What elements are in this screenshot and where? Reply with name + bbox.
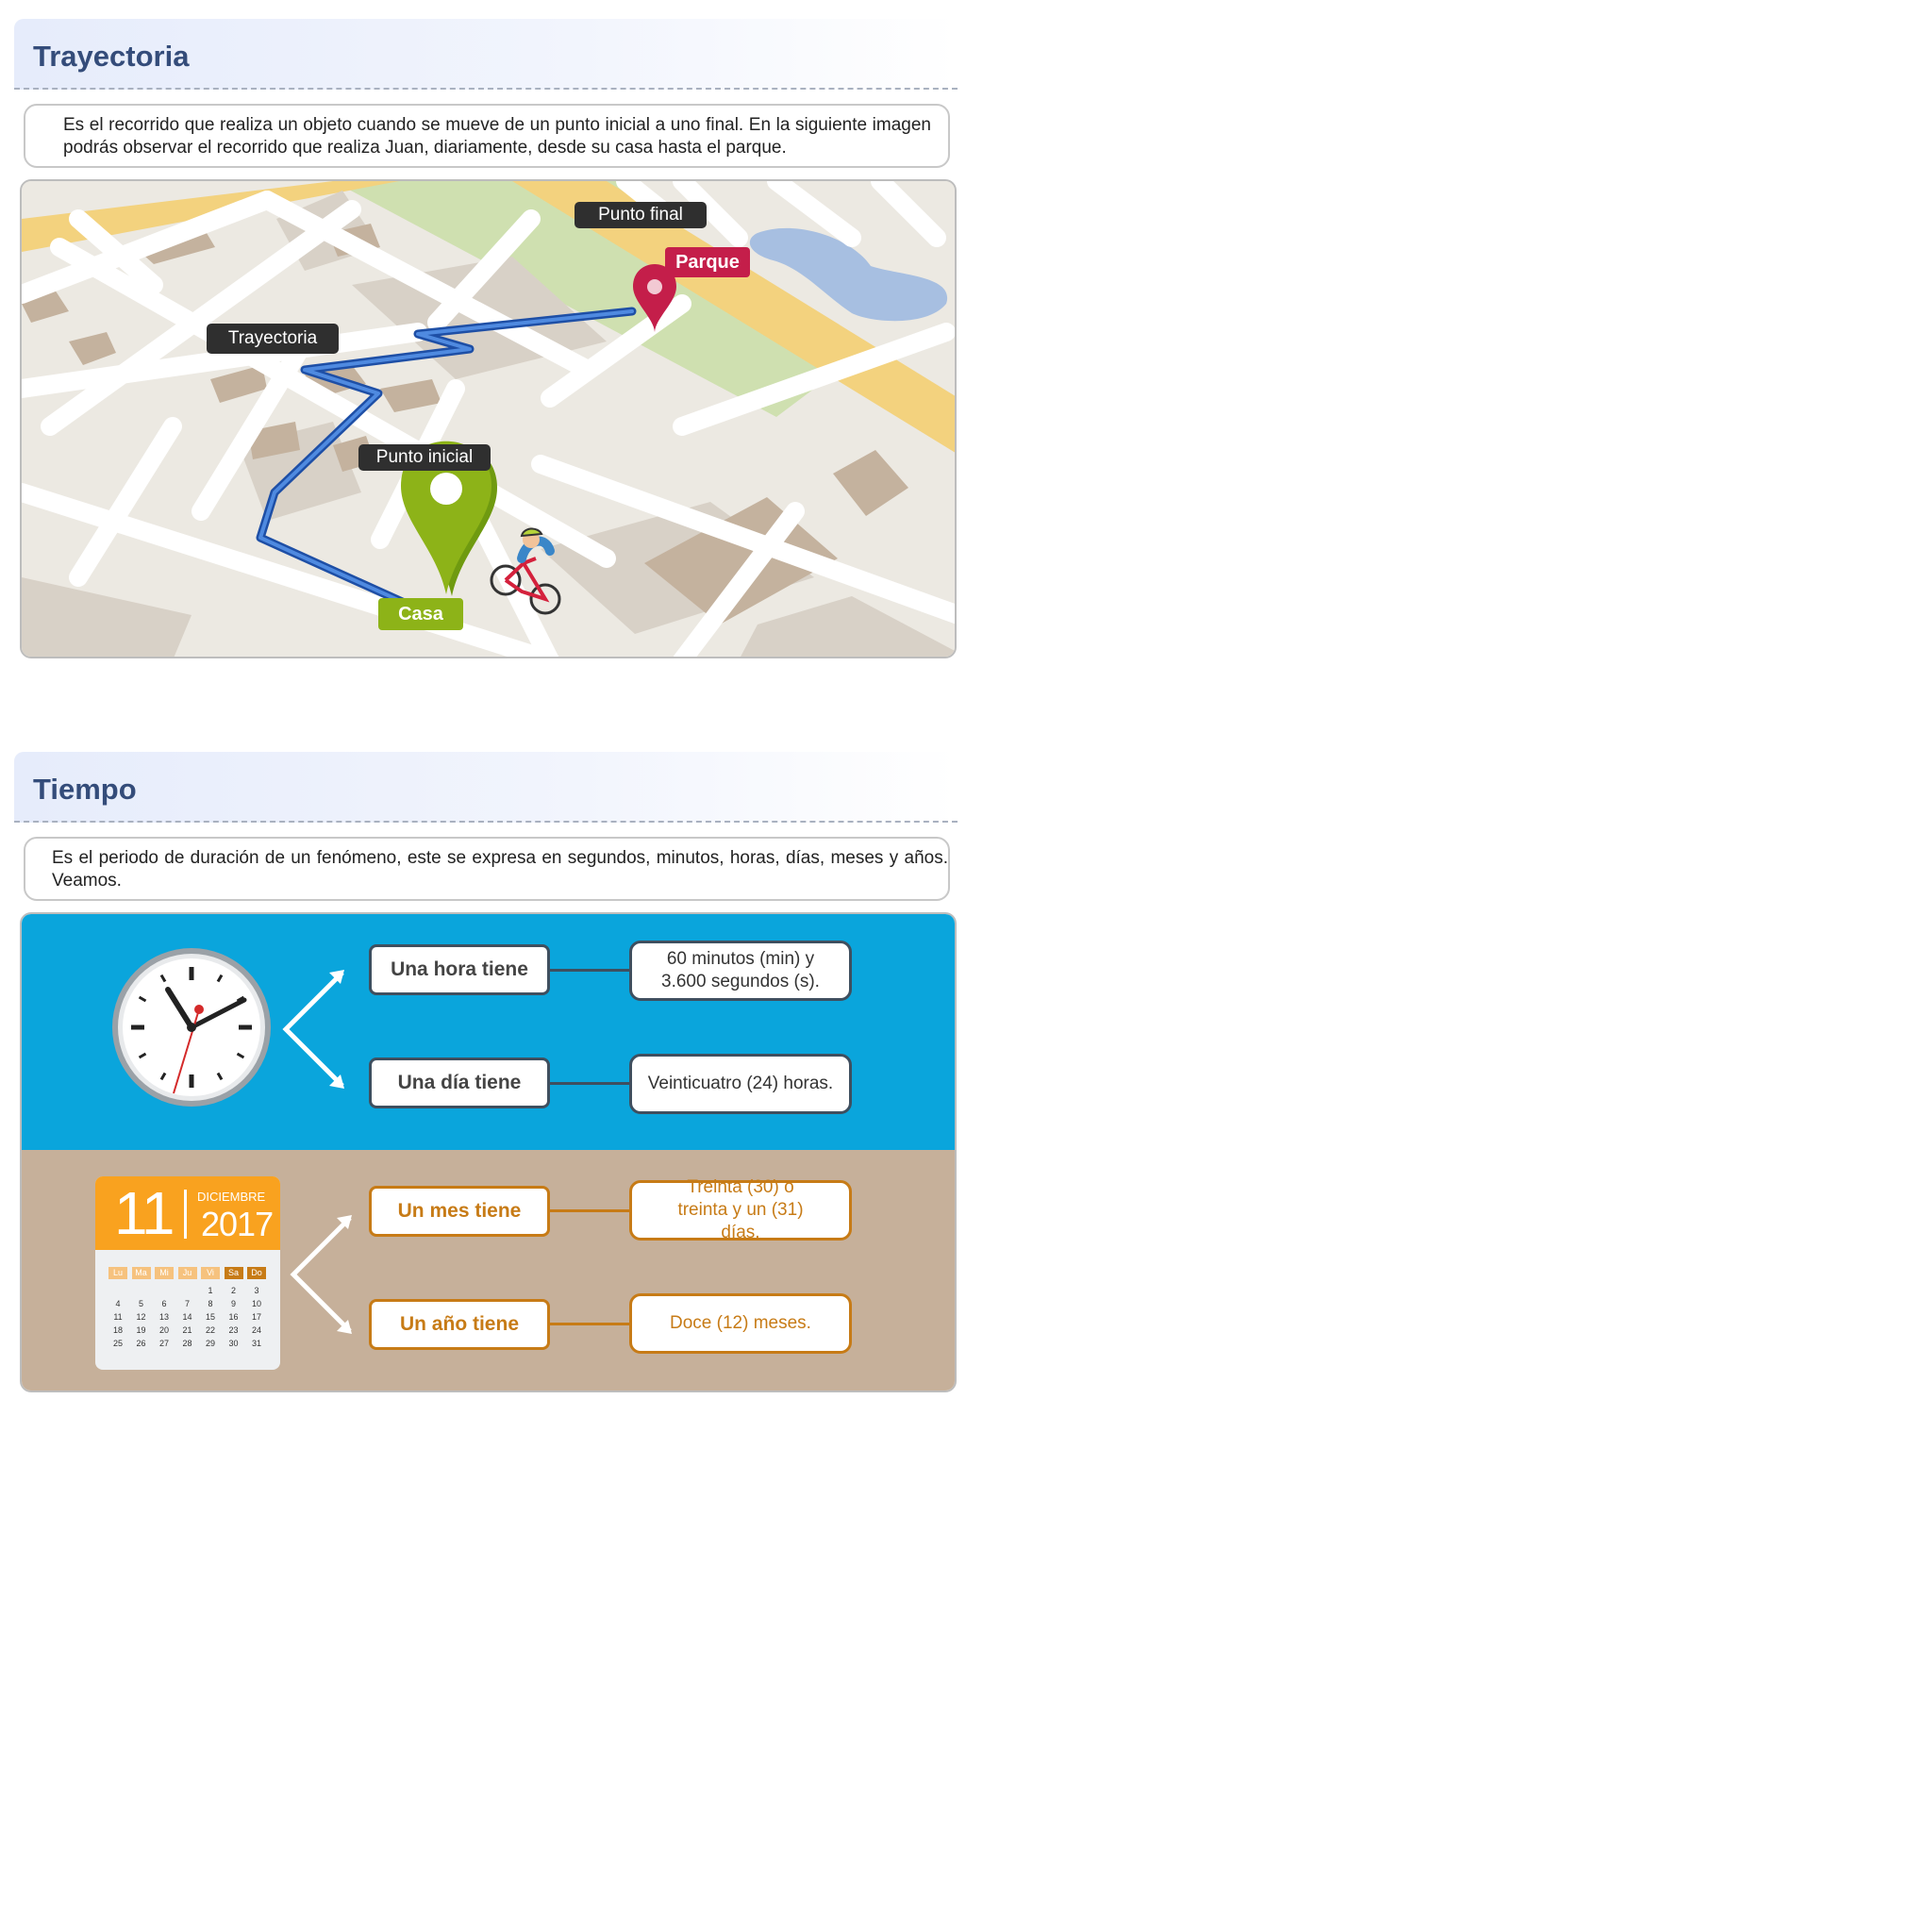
answer-year: Doce (12) meses. (629, 1293, 852, 1354)
calendar-date: 17 (251, 1312, 261, 1322)
connector-hour (550, 969, 629, 972)
branch-arrows-icon-2 (290, 1215, 352, 1334)
trayectoria-header: Trayectoria (14, 19, 958, 90)
calendar-date: 19 (136, 1325, 146, 1335)
calendar-date: 28 (182, 1339, 192, 1348)
hour-day-band: Una hora tiene 60 minutos (min) y 3.600 … (22, 914, 955, 1150)
calendar-date: 10 (251, 1299, 261, 1308)
calendar-weekday: Sa (224, 1267, 243, 1279)
tiempo-description-box: Es el periodo de duración de un fenómeno… (24, 837, 950, 901)
calendar-weekday: Ma (131, 1267, 151, 1279)
tiempo-header: Tiempo (14, 752, 958, 823)
calendar-date: 30 (228, 1339, 239, 1348)
trayectoria-title: Trayectoria (33, 40, 190, 73)
calendar-day: 11 (114, 1179, 175, 1247)
calendar-date: 31 (251, 1339, 261, 1348)
calendar-date: 16 (228, 1312, 239, 1322)
calendar-date: 25 (112, 1339, 123, 1348)
calendar-weekday: Mi (155, 1267, 174, 1279)
calendar-date: 5 (138, 1299, 143, 1308)
calendar-date: 8 (208, 1299, 213, 1308)
tiempo-title: Tiempo (33, 773, 137, 806)
calendar-date: 9 (230, 1299, 236, 1308)
calendar-date: 2 (230, 1286, 236, 1295)
clock-icon (112, 948, 271, 1107)
trayectoria-description-box: Es el recorrido que realiza un objeto cu… (24, 104, 950, 168)
answer-month: Treinta (30) o treinta y un (31) días. (629, 1177, 852, 1242)
calendar-date: 20 (158, 1325, 169, 1335)
connector-year (550, 1323, 629, 1325)
calendar-year: 2017 (201, 1205, 274, 1243)
connector-day (550, 1082, 629, 1085)
calendar-weekday: Lu (108, 1267, 127, 1279)
calendar-date: 29 (205, 1339, 215, 1348)
answer-hour: 60 minutos (min) y 3.600 segundos (s). (629, 941, 852, 1001)
calendar-date: 3 (254, 1286, 259, 1295)
calendar-dates: 1 2 3 4 5 6 7 8 9 10 11 12 13 14 15 16 17 18 19 20 21 22 23 24 2… (95, 1286, 280, 1361)
calendar-date: 23 (228, 1325, 239, 1335)
map-illustration (22, 181, 955, 657)
calendar-date: 26 (136, 1339, 146, 1348)
calendar-date: 4 (115, 1299, 121, 1308)
calendar-date: 11 (113, 1312, 123, 1322)
calendar-weekday: Ju (177, 1267, 197, 1279)
calendar-date: 15 (205, 1312, 215, 1322)
calendar-weekday: Vi (201, 1267, 220, 1279)
calendar-weekday: Do (247, 1267, 266, 1279)
trayectoria-description: Es el recorrido que realiza un objeto cu… (63, 115, 931, 158)
tiempo-description: Es el periodo de duración de un fenómeno… (52, 848, 948, 891)
calendar-month: DICIEMBRE (197, 1190, 266, 1204)
calendar-weekdays: Lu Ma Mi Ju Vi Sa Do (95, 1267, 280, 1280)
home-tag: Casa (378, 598, 463, 630)
calendar-date: 6 (161, 1299, 167, 1308)
calendar-date: 13 (158, 1312, 169, 1322)
question-hour: Una hora tiene (369, 944, 550, 995)
calendar-date: 18 (112, 1325, 123, 1335)
question-day: Una día tiene (369, 1058, 550, 1108)
calendar-date: 21 (182, 1325, 192, 1335)
calendar-date: 7 (184, 1299, 190, 1308)
branch-arrows-icon (282, 970, 344, 1089)
month-year-band: 11 DICIEMBRE 2017 Lu Ma Mi Ju Vi Sa Do 1234567… (22, 1150, 955, 1391)
calendar-date: 12 (136, 1312, 146, 1322)
label-final-point: Punto final (575, 202, 707, 228)
question-month: Un mes tiene (369, 1186, 550, 1237)
time-units-panel: Una hora tiene 60 minutos (min) y 3.600 … (20, 912, 957, 1392)
calendar-date: 24 (251, 1325, 261, 1335)
connector-month (550, 1209, 629, 1212)
calendar-date: 27 (158, 1339, 169, 1348)
calendar-date: 14 (182, 1312, 192, 1322)
route-map: Punto final Parque Trayectoria Punto ini… (20, 179, 957, 658)
label-trajectory: Trayectoria (207, 324, 339, 354)
answer-day: Veinticuatro (24) horas. (629, 1054, 852, 1114)
calendar-icon: 11 DICIEMBRE 2017 Lu Ma Mi Ju Vi Sa Do 1234567… (95, 1176, 280, 1370)
calendar-date: 22 (205, 1325, 215, 1335)
calendar-date: 1 (208, 1286, 213, 1295)
question-year: Un año tiene (369, 1299, 550, 1350)
label-initial-point: Punto inicial (358, 444, 491, 471)
park-tag: Parque (665, 247, 750, 277)
